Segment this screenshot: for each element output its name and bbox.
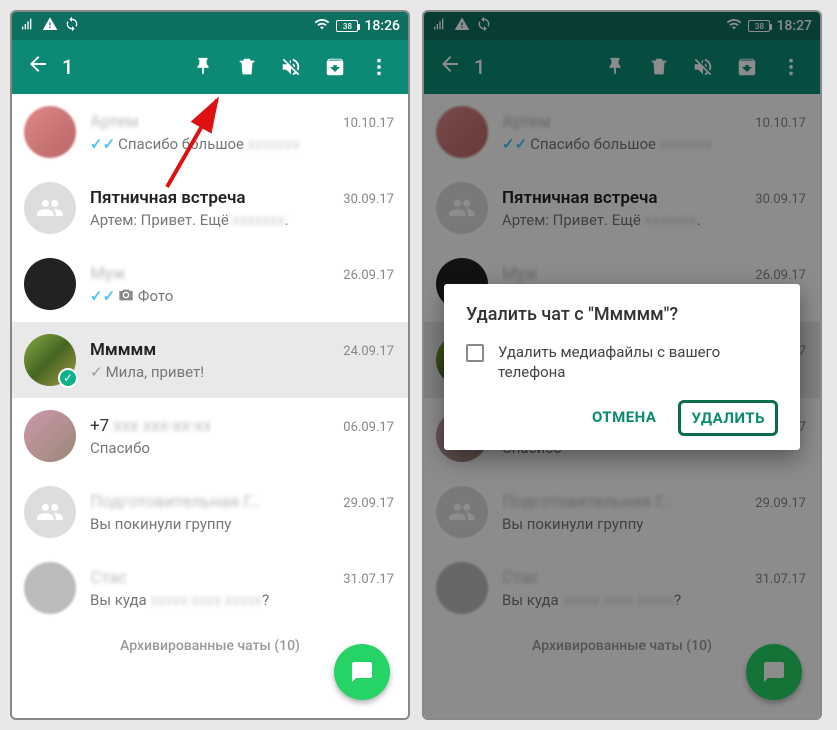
back-button[interactable] [18,52,58,82]
mute-icon[interactable] [278,54,304,80]
chat-name: Подготовительная Г… [90,492,261,512]
pin-icon[interactable] [190,54,216,80]
chat-message: ✓Мила, привет! [90,363,394,381]
chat-row[interactable]: Артем 10.10.17 ✓✓Спасибо большое xxxxxxx [12,94,408,170]
chat-name: Пятничная встреча [90,188,246,208]
camera-icon [118,287,134,303]
phone-right: 38 18:27 1 Артем10.10.17✓✓Спасибо большо… [422,10,822,720]
chat-name: Артем [90,112,139,132]
action-bar: 1 [12,40,408,94]
chat-date: 30.09.17 [343,192,394,207]
confirm-delete-button[interactable]: УДАЛИТЬ [678,400,778,436]
avatar [24,410,76,462]
status-bar: 38 18:26 [12,12,408,40]
archive-icon[interactable] [322,54,348,80]
warning-icon [42,16,58,36]
chat-row[interactable]: ✓ Ммммм 24.09.17 ✓Мила, привет! [12,322,408,398]
cancel-button[interactable]: ОТМЕНА [580,400,669,436]
battery-icon: 38 [336,20,358,32]
avatar [24,486,76,538]
chat-list: Артем 10.10.17 ✓✓Спасибо большое xxxxxxx… [12,94,408,718]
chat-date: 10.10.17 [343,116,394,131]
phone-left: 38 18:26 1 [10,10,410,720]
chat-row[interactable]: +7 xxx xxx-xx-xx 06.09.17 Спасибо [12,398,408,474]
chat-date: 06.09.17 [343,420,394,435]
chat-date: 29.09.17 [343,496,394,511]
chat-name: Стас [90,568,127,588]
delete-media-label: Удалить медиафайлы с вашего телефона [498,343,778,382]
chat-message: Вы покинули группу [90,515,394,533]
status-right: 38 18:26 [314,16,400,36]
selected-count: 1 [58,55,98,79]
chat-name: Ммммм [90,340,156,360]
avatar [24,258,76,310]
avatar [24,106,76,158]
chat-message: Артем: Привет. Ещё xxxxxxx. [90,211,394,229]
avatar [24,182,76,234]
status-left [20,16,80,36]
wifi-icon [314,16,330,36]
new-chat-fab[interactable] [334,644,390,700]
chat-row[interactable]: Муж 26.09.17 ✓✓ Фото [12,246,408,322]
chat-date: 26.09.17 [343,268,394,283]
chat-message: Спасибо [90,439,394,457]
chat-date: 24.09.17 [343,344,394,359]
chat-row[interactable]: Подготовительная Г… 29.09.17 Вы покинули… [12,474,408,550]
signal-icon [20,16,36,36]
delete-chat-dialog: Удалить чат с "Ммммм"? Удалить медиафайл… [444,284,800,450]
more-icon[interactable] [366,54,392,80]
delete-icon[interactable] [234,54,260,80]
delete-media-checkbox[interactable] [466,344,484,362]
selected-check-icon: ✓ [58,368,78,388]
chat-message: ✓✓Спасибо большое xxxxxxx [90,135,394,153]
chat-date: 31.07.17 [343,572,394,587]
chat-name: +7 xxx xxx-xx-xx [90,416,211,436]
avatar [24,562,76,614]
chat-message: ✓✓ Фото [90,287,394,305]
chat-message: Вы куда xxxxx xxxx xxxxx? [90,591,394,609]
chat-name: Муж [90,264,126,284]
dialog-title: Удалить чат с "Ммммм"? [466,304,778,325]
chat-row[interactable]: Пятничная встреча 30.09.17 Артем: Привет… [12,170,408,246]
chat-row[interactable]: Стас 31.07.17 Вы куда xxxxx xxxx xxxxx? [12,550,408,626]
sync-icon [64,16,80,36]
avatar: ✓ [24,334,76,386]
status-time: 18:26 [364,18,400,34]
